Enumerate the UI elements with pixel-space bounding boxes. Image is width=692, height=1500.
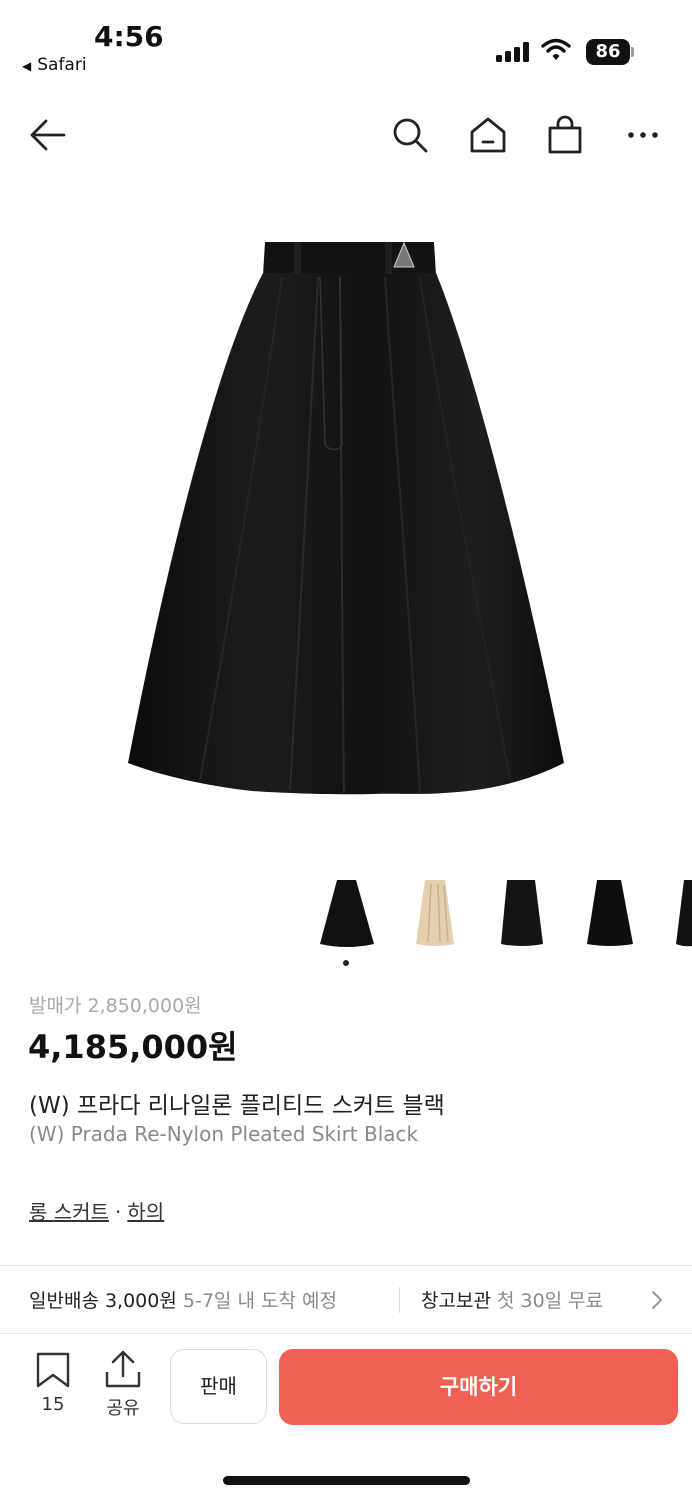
product-name-english: (W) Prada Re-Nylon Pleated Skirt Black (29, 1122, 419, 1146)
home-indicator[interactable] (223, 1476, 470, 1485)
top-nav (0, 105, 692, 165)
shipping-info[interactable]: 일반배송 3,000원 5-7일 내 도착 예정 (29, 1286, 337, 1313)
thumbnail-black-skirt-partial[interactable] (662, 876, 692, 952)
thumbnail-beige-skirt[interactable] (400, 876, 470, 952)
bookmark-count: 15 (41, 1394, 65, 1415)
back-to-safari-link[interactable]: ◀ Safari (22, 55, 87, 75)
thumbnail-black-skirt-back[interactable] (575, 876, 645, 952)
bookmark-icon (36, 1352, 70, 1388)
wifi-icon (541, 38, 571, 60)
thumbnail-black-skirt-side[interactable] (487, 876, 557, 952)
thumbnail-black-skirt-front[interactable] (312, 876, 382, 952)
cellular-signal-icon (496, 42, 529, 62)
storage-info[interactable]: 창고보관 첫 30일 무료 (421, 1286, 603, 1313)
status-time: 4:56 (94, 20, 164, 53)
shipping-divider (399, 1287, 400, 1313)
battery-level: 86 (586, 39, 630, 65)
category-separator: · (114, 1200, 122, 1224)
release-price: 발매가 2,850,000원 (29, 995, 202, 1017)
thumbnail-strip (0, 876, 692, 956)
back-triangle-icon: ◀ (22, 59, 32, 73)
chevron-right-icon[interactable] (648, 1289, 666, 1311)
more-icon[interactable] (623, 115, 663, 155)
back-app-label: Safari (37, 55, 87, 75)
divider-top (0, 1265, 692, 1266)
shipping-label: 일반배송 (29, 1290, 99, 1312)
search-icon[interactable] (390, 115, 430, 155)
buy-button[interactable]: 구매하기 (279, 1349, 678, 1425)
share-label: 공유 (106, 1398, 140, 1419)
category-link-long-skirt[interactable]: 롱 스커트 (29, 1200, 109, 1224)
battery-icon: 86 (586, 39, 634, 65)
category-link-bottoms[interactable]: 하의 (127, 1200, 164, 1224)
back-arrow-icon[interactable] (28, 115, 68, 155)
sell-button[interactable]: 판매 (170, 1349, 267, 1424)
home-icon[interactable] (468, 115, 508, 155)
shopping-bag-icon[interactable] (545, 115, 585, 155)
product-name-korean: (W) 프라다 리나일론 플리티드 스커트 블랙 (29, 1093, 445, 1119)
current-price: 4,185,000원 (28, 1028, 238, 1066)
storage-label: 창고보관 (421, 1290, 491, 1312)
status-bar: 4:56 ◀ Safari 86 (0, 0, 692, 80)
divider-bottom (0, 1333, 692, 1334)
storage-note: 첫 30일 무료 (496, 1290, 604, 1312)
product-image[interactable] (0, 215, 692, 835)
shipping-eta: 5-7일 내 도착 예정 (182, 1290, 337, 1312)
category-breadcrumb: 롱 스커트 · 하의 (29, 1196, 164, 1225)
carousel-page-indicator (343, 960, 349, 966)
shipping-fee: 3,000원 (104, 1290, 177, 1312)
share-button[interactable]: 공유 (98, 1350, 148, 1419)
share-icon (105, 1350, 141, 1388)
bookmark-button[interactable]: 15 (30, 1352, 76, 1418)
